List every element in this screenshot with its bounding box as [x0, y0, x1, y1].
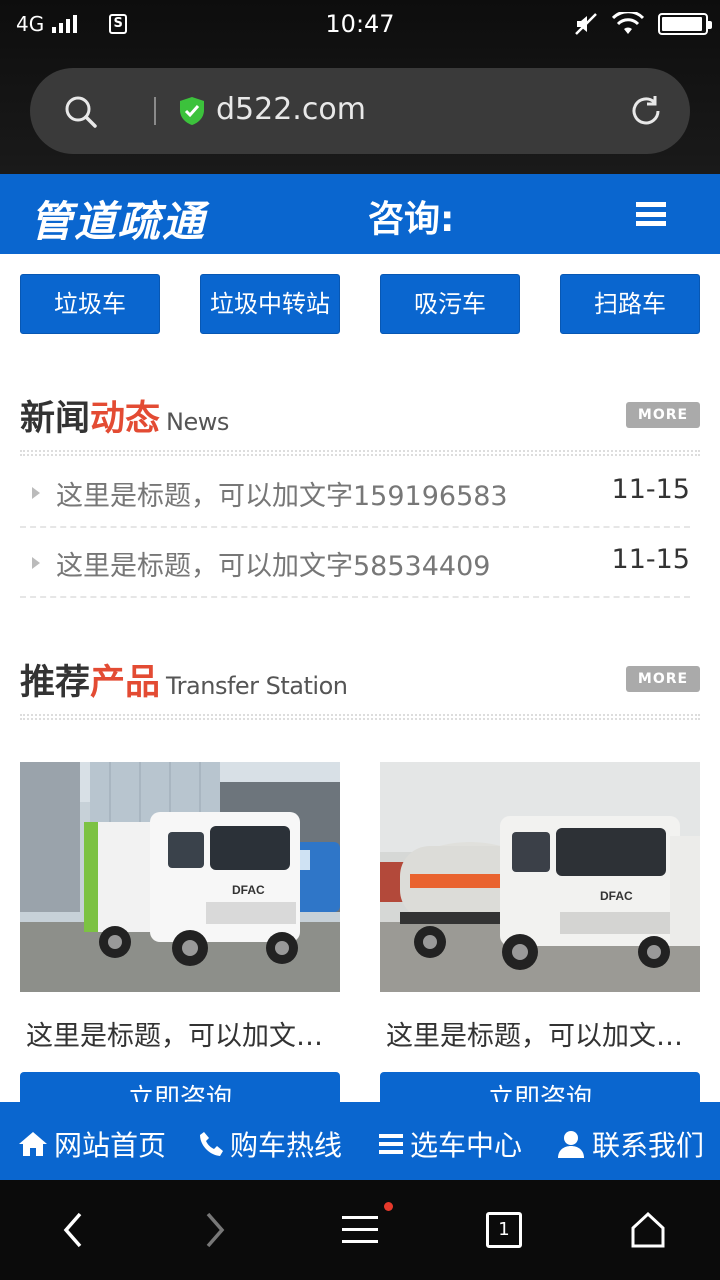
secure-shield-icon — [180, 97, 204, 125]
search-icon[interactable] — [64, 95, 98, 129]
mute-icon — [575, 13, 597, 35]
status-right — [574, 12, 712, 36]
tabs-count-icon[interactable]: 1 — [486, 1212, 522, 1248]
garbage-truck-illustration: DFAC — [20, 762, 340, 992]
nav-home[interactable]: 网站首页 — [18, 1124, 166, 1164]
home-icon — [19, 1132, 47, 1156]
products-heading-red: 产品 — [90, 663, 161, 703]
truck-brand-badge: DFAC — [600, 889, 633, 903]
browser-chrome: 4G S 10:47 d522.com — [0, 0, 720, 174]
nav-car-center[interactable]: 选车中心 — [378, 1124, 522, 1164]
browser-toolbar: 1 — [0, 1180, 720, 1280]
consult-label: 咨询: — [368, 199, 455, 240]
product-title[interactable]: 这里是标题，可以加文… — [26, 1014, 336, 1053]
user-icon — [558, 1131, 584, 1158]
products-heading-dark: 推荐 — [20, 663, 91, 703]
wifi-icon — [612, 12, 644, 34]
product-title[interactable]: 这里是标题，可以加文… — [386, 1014, 696, 1053]
news-heading-dark: 新闻 — [20, 399, 91, 439]
tanker-truck-illustration: DFAC — [380, 762, 700, 992]
battery-fill — [662, 17, 702, 31]
forward-icon[interactable] — [200, 1210, 230, 1250]
category-button-sweeper[interactable]: 扫路车 — [560, 274, 700, 334]
news-list-item[interactable]: 这里是标题，可以加文字159196583 11-15 — [20, 458, 690, 528]
menu-icon[interactable] — [342, 1214, 378, 1246]
news-list-item[interactable]: 这里是标题，可以加文字58534409 11-15 — [20, 528, 690, 598]
address-bar[interactable]: d522.com — [30, 68, 690, 154]
nav-hotline[interactable]: 购车热线 — [198, 1124, 342, 1164]
nav-home-label: 网站首页 — [54, 1129, 167, 1162]
category-buttons: 垃圾车 垃圾中转站 吸污车 扫路车 — [20, 274, 700, 334]
battery-icon — [658, 13, 712, 35]
news-title[interactable]: 这里是标题，可以加文字58534409 — [56, 544, 490, 583]
site-logo[interactable]: 管道疏通 — [30, 188, 206, 249]
news-divider — [20, 450, 700, 456]
phone-icon — [200, 1132, 223, 1156]
product-card[interactable]: DFAC 这里是标题，可以加文… 立即咨询 — [20, 762, 340, 1132]
truck-brand-badge: DFAC — [232, 883, 265, 897]
site-header: 管道疏通 咨询: — [0, 174, 720, 254]
category-button-garbage-truck[interactable]: 垃圾车 — [20, 274, 160, 334]
news-title[interactable]: 这里是标题，可以加文字159196583 — [56, 474, 508, 513]
status-bar: 4G S 10:47 — [0, 0, 720, 52]
home-page-icon[interactable] — [630, 1210, 666, 1250]
news-heading-en: News — [166, 408, 229, 436]
hamburger-menu-icon[interactable] — [636, 202, 666, 226]
news-heading: 新闻动态 News MORE — [20, 390, 700, 440]
page: 4G S 10:47 d522.com 管道疏通 咨询: 垃圾车 垃圾中转站 吸… — [0, 0, 720, 1280]
bullet-arrow-icon — [32, 487, 40, 499]
news-date: 11-15 — [611, 474, 690, 505]
news-more-button[interactable]: MORE — [626, 402, 700, 428]
bullet-arrow-icon — [32, 557, 40, 569]
products-more-button[interactable]: MORE — [626, 666, 700, 692]
url-text[interactable]: d522.com — [216, 92, 366, 127]
product-image-garbage-truck[interactable]: DFAC — [20, 762, 340, 992]
product-image-tanker-truck[interactable]: DFAC — [380, 762, 700, 992]
products-heading-en: Transfer Station — [166, 672, 348, 700]
nav-contact-label: 联系我们 — [592, 1129, 705, 1162]
notification-dot — [384, 1202, 393, 1211]
nav-car-center-label: 选车中心 — [410, 1129, 523, 1162]
category-button-sewage-truck[interactable]: 吸污车 — [380, 274, 520, 334]
products-heading: 推荐产品 Transfer Station MORE — [20, 654, 700, 704]
category-button-transfer-station[interactable]: 垃圾中转站 — [200, 274, 340, 334]
reload-icon[interactable] — [628, 93, 664, 129]
nav-hotline-label: 购车热线 — [230, 1129, 343, 1162]
products-divider — [20, 714, 700, 720]
nav-contact[interactable]: 联系我们 — [556, 1124, 704, 1164]
address-divider — [154, 97, 156, 125]
product-card[interactable]: DFAC 这里是标题，可以加文… 立即咨询 — [380, 762, 700, 1132]
news-date: 11-15 — [611, 544, 690, 575]
news-heading-red: 动态 — [90, 399, 161, 439]
bottom-nav: 网站首页 购车热线 选车中心 联系我们 — [0, 1102, 720, 1180]
back-icon[interactable] — [58, 1210, 88, 1250]
list-icon — [379, 1134, 403, 1154]
